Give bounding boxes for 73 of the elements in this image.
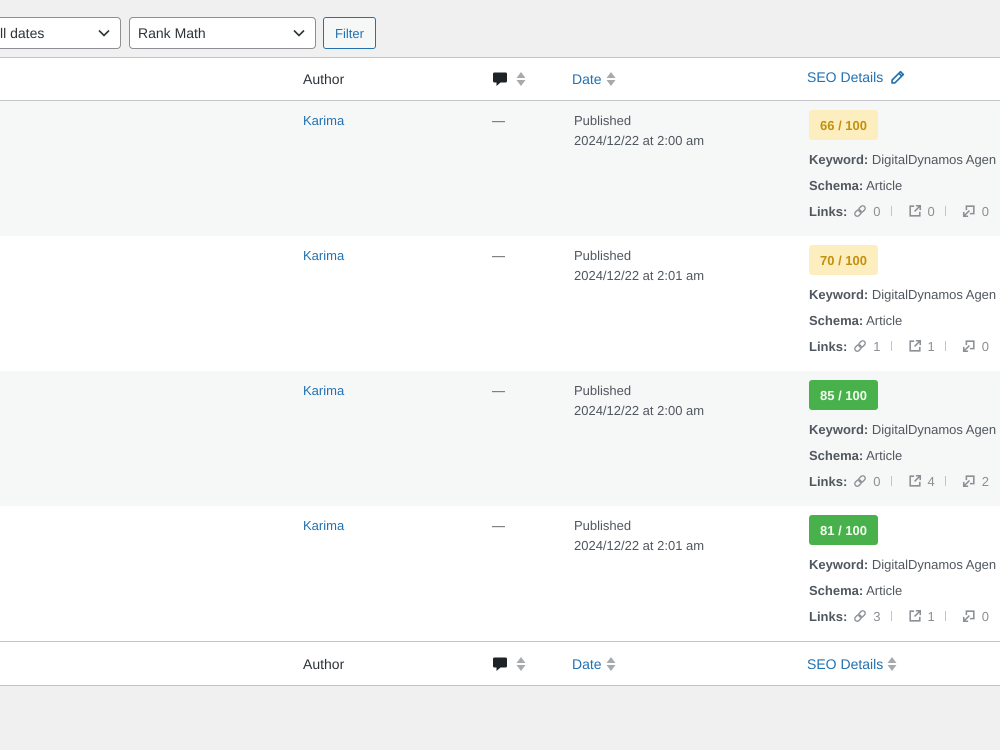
external-link-icon: [908, 204, 922, 218]
external-links-count: 4: [928, 474, 935, 488]
link-icon: [853, 609, 868, 623]
chevron-down-icon: [293, 29, 305, 37]
schema-type: Schema: Article: [809, 177, 902, 195]
column-header-link[interactable]: Date: [572, 654, 602, 674]
sort-arrows-icon[interactable]: [606, 656, 616, 672]
external-links-count: 0: [928, 204, 935, 218]
column-header-link[interactable]: SEO Details: [807, 67, 884, 87]
column-header: Author: [303, 654, 344, 674]
chevron-down-icon: [98, 29, 110, 37]
incoming-link-icon: [962, 474, 976, 488]
seo-score-badge: 70 / 100: [809, 245, 878, 275]
author-link[interactable]: Karima: [303, 246, 344, 266]
external-link-icon: [908, 339, 922, 353]
seo-score-badge: 81 / 100: [809, 515, 878, 545]
comment-count: —: [492, 517, 505, 535]
post-date: 2024/12/22 at 2:00 am: [574, 402, 704, 420]
incoming-links-count: 2: [982, 474, 989, 488]
link-icon: [853, 204, 868, 218]
post-status: Published: [574, 382, 632, 400]
seo-score-badge: 85 / 100: [809, 380, 878, 410]
link-icon: [853, 339, 868, 353]
incoming-link-icon: [962, 339, 976, 353]
incoming-links-count: 0: [982, 608, 989, 624]
seo-score-badge: 66 / 100: [809, 110, 878, 140]
focus-keyword: Keyword: DigitalDynamos Agen: [809, 286, 996, 304]
links-label: Links:: [809, 474, 848, 488]
links-label: Links:: [809, 608, 848, 624]
comment-count: —: [492, 247, 505, 265]
external-link-icon: [908, 474, 922, 488]
sort-arrows-icon[interactable]: [887, 656, 898, 672]
column-header: Author: [303, 70, 344, 89]
post-date: 2024/12/22 at 2:00 am: [574, 132, 704, 150]
external-links-count: 1: [928, 608, 935, 624]
focus-keyword: Keyword: DigitalDynamos Agen: [809, 556, 996, 574]
sort-arrows-icon[interactable]: [606, 71, 616, 87]
post-date: 2024/12/22 at 2:01 am: [574, 267, 704, 285]
incoming-links-count: 0: [982, 338, 989, 354]
internal-links-count: 1: [873, 338, 881, 354]
seo-filter-select[interactable]: Rank Math: [129, 17, 316, 49]
sort-arrows-icon[interactable]: [516, 71, 526, 87]
post-status: Published: [574, 247, 632, 265]
post-status: Published: [574, 517, 632, 535]
column-header-link[interactable]: SEO Details: [807, 654, 884, 674]
internal-links-count: 3: [873, 608, 881, 624]
external-links-count: 1: [928, 338, 935, 354]
pencil-icon[interactable]: [890, 70, 906, 84]
post-date: 2024/12/22 at 2:01 am: [574, 537, 704, 555]
schema-type: Schema: Article: [809, 312, 902, 330]
incoming-link-icon: [962, 204, 976, 218]
incoming-links-count: 0: [982, 204, 989, 218]
filter-button[interactable]: Filter: [323, 17, 376, 49]
sort-arrows-icon[interactable]: [516, 656, 526, 672]
links-label: Links:: [809, 338, 848, 354]
date-filter-select[interactable]: ll dates: [0, 17, 121, 49]
author-link[interactable]: Karima: [303, 111, 344, 131]
comment-count: —: [492, 382, 505, 400]
link-icon: [853, 474, 868, 488]
incoming-link-icon: [962, 609, 976, 623]
post-status: Published: [574, 112, 632, 130]
schema-type: Schema: Article: [809, 447, 902, 465]
links-label: Links:: [809, 204, 848, 218]
author-link[interactable]: Karima: [303, 516, 344, 536]
comment-count: —: [492, 112, 505, 130]
column-header-link[interactable]: Date: [572, 69, 602, 89]
focus-keyword: Keyword: DigitalDynamos Agen: [809, 151, 996, 169]
schema-type: Schema: Article: [809, 582, 902, 600]
author-link[interactable]: Karima: [303, 381, 344, 401]
internal-links-count: 0: [873, 204, 881, 218]
external-link-icon: [908, 609, 922, 623]
focus-keyword: Keyword: DigitalDynamos Agen: [809, 421, 996, 439]
internal-links-count: 0: [873, 474, 881, 488]
